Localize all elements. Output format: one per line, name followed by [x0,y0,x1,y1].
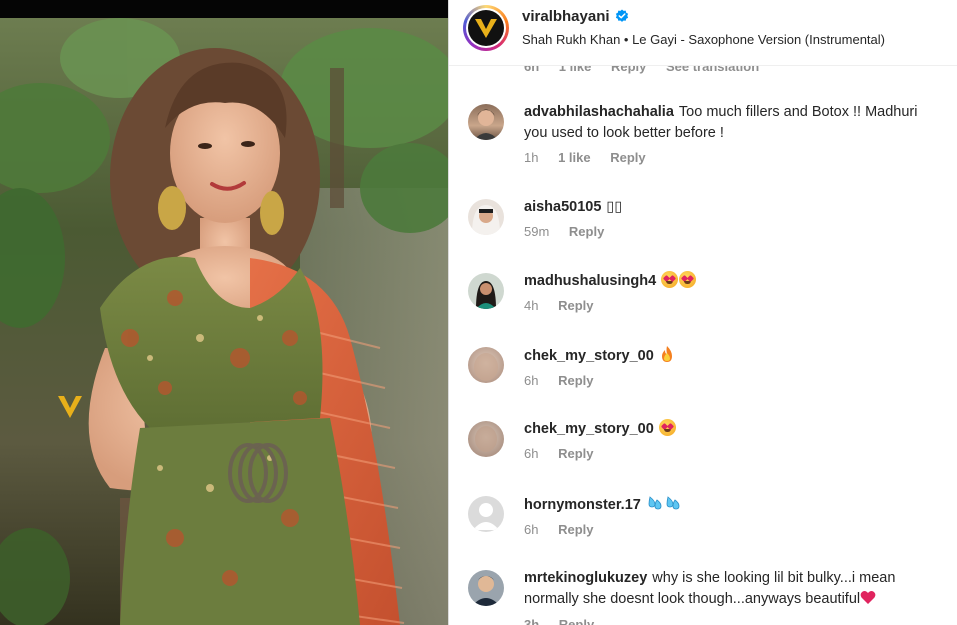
reply-button[interactable]: Reply [558,446,593,461]
comment-meta: 6h Reply [524,373,944,389]
commenter-avatar[interactable] [468,104,504,140]
avatar-photo [475,426,497,452]
comment-time: 3h [524,617,540,625]
comment-meta: 6h Reply [524,446,944,462]
avatar-photo [474,353,498,381]
commenter-username[interactable]: advabhilashachahalia [524,104,674,120]
comment-body: madhushalusingh4 4h Reply [524,271,944,314]
commenter-username[interactable]: chek_my_story_00 [524,348,654,364]
heart-eyes-emoji-icon [661,271,679,288]
comment-likes[interactable]: 1 like [558,150,591,165]
post-username-text[interactable]: viralbhayani [522,8,610,25]
brand-logo-icon [468,10,504,46]
comment-meta: 59m Reply [524,224,944,240]
comment-body: mrtekinoglukuzey why is she looking lil b… [524,568,944,610]
comment-body: advabhilashachahalia Too much fillers and… [524,102,944,166]
comment-time: 6h [524,446,539,461]
reply-button[interactable]: Reply [559,617,594,625]
fire-emoji-icon [661,346,672,362]
comment-body: aisha50105 ▯▯ 59m Reply [524,197,944,240]
profile-avatar[interactable] [463,5,509,51]
commenter-avatar[interactable] [468,347,504,383]
sweat-droplets-emoji-icon [648,496,680,510]
comment-body: chek_my_story_00 6h Reply [524,345,944,389]
post-photo [0,18,448,625]
reply-button[interactable]: Reply [558,522,593,537]
reply-button[interactable]: Reply [569,224,604,239]
avatar-photo [476,281,496,309]
avatar-photo [472,576,500,606]
comment-time: 6h [524,522,539,537]
avatar-photo [474,109,498,140]
commenter-username[interactable]: hornymonster.17 [524,497,641,513]
comment-body: chek_my_story_00 6h Reply [524,419,944,462]
comment-meta: 6h Reply [524,522,944,538]
comments-panel: 6h 1 like Reply See translation advabhil… [449,0,957,625]
commenter-username[interactable]: mrtekinoglukuzey [524,570,647,586]
reply-button[interactable]: Reply [558,373,593,388]
commenter-avatar[interactable] [468,421,504,457]
post-header: viralbhayani Shah Rukh Khan • Le Gayi - … [449,0,957,66]
comment-time: 6h [524,373,539,388]
commenter-username[interactable]: madhushalusingh4 [524,273,656,289]
commenter-avatar[interactable] [468,496,504,532]
commenter-username[interactable]: aisha50105 [524,199,601,215]
commenter-avatar[interactable] [468,570,504,606]
comment-text: ▯▯ [606,199,623,215]
verified-badge-icon [615,9,628,22]
reply-button[interactable]: Reply [610,150,645,165]
post-username[interactable]: viralbhayani [522,8,629,25]
comment-body: hornymonster.17 6h Reply [524,494,944,538]
heart-eyes-emoji-icon [679,271,697,288]
red-heart-emoji-icon [860,590,876,604]
partial-comment-meta: 3h Reply [524,617,610,625]
media-top-bar [0,0,448,18]
comment-time: 59m [524,224,550,239]
commenter-username[interactable]: chek_my_story_00 [524,421,654,437]
default-avatar-icon [473,503,499,530]
comment-meta: 4h Reply [524,298,944,314]
comment-time: 4h [524,298,539,313]
comments-list[interactable]: 6h 1 like Reply See translation advabhil… [449,0,957,625]
avatar-photo [472,205,500,235]
comment-time: 1h [524,150,539,165]
commenter-avatar[interactable] [468,199,504,235]
post-media[interactable] [0,0,448,625]
comment-meta: 1h 1 like Reply [524,150,944,166]
audio-track-link[interactable]: Shah Rukh Khan • Le Gayi - Saxophone Ver… [522,32,885,47]
commenter-avatar[interactable] [468,273,504,309]
reply-button[interactable]: Reply [558,298,593,313]
heart-eyes-emoji-icon [658,419,676,436]
